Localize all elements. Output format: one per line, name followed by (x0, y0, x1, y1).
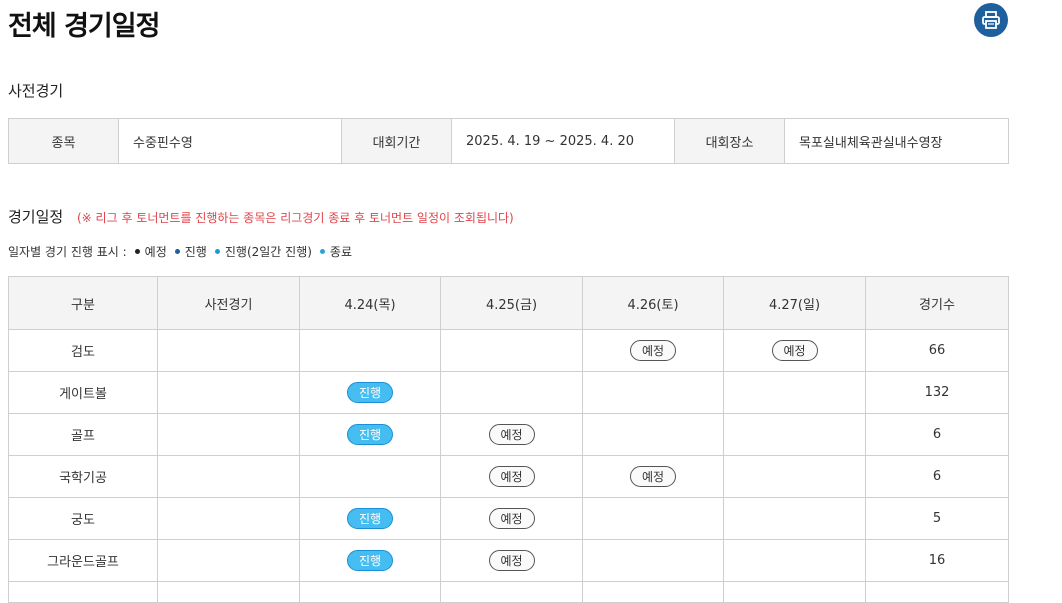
table-row: 골프 진행 예정 6 (8, 413, 1009, 456)
legend-item-progress-two-days: 진행(2일간 진행) (214, 243, 312, 260)
legend-item-scheduled: 예정 (134, 243, 167, 260)
schedule-cell (865, 581, 1009, 603)
status-legend: 일자별 경기 진행 표시 : 예정 진행 진행(2일간 진행) 종료 (8, 243, 352, 260)
period-value: 2025. 4. 19 ~ 2025. 4. 20 (451, 118, 675, 164)
printer-icon (982, 11, 1000, 29)
column-header: 4.25(금) (440, 276, 583, 330)
sport-label: 종목 (8, 118, 119, 164)
column-header: 4.27(일) (723, 276, 866, 330)
schedule-cell: 예정 (440, 539, 583, 582)
schedule-cell: 예정 (440, 497, 583, 540)
schedule-cell: 진행 (299, 413, 441, 456)
pre-game-section-title: 사전경기 (8, 82, 64, 100)
column-header: 4.26(토) (582, 276, 724, 330)
table-row: 게이트볼 진행 132 (8, 371, 1009, 414)
dot-icon (214, 249, 220, 254)
status-badge-scheduled[interactable]: 예정 (488, 550, 535, 571)
table-row: 궁도 진행 예정 5 (8, 497, 1009, 540)
dot-icon (174, 249, 180, 254)
schedule-cell (8, 581, 158, 603)
match-count: 6 (865, 413, 1009, 456)
status-badge-scheduled[interactable]: 예정 (488, 424, 535, 445)
schedule-cell (299, 455, 441, 498)
legend-item-progress: 진행 (174, 243, 207, 260)
schedule-table: 구분 사전경기 4.24(목) 4.25(금) 4.26(토) 4.27(일) … (8, 276, 1009, 603)
status-badge-progress[interactable]: 진행 (347, 424, 393, 445)
schedule-cell (582, 581, 724, 603)
schedule-section-title: 경기일정 (8, 208, 64, 226)
schedule-cell: 진행 (299, 371, 441, 414)
status-badge-progress[interactable]: 진행 (347, 382, 393, 403)
sport-name: 골프 (8, 413, 158, 456)
schedule-cell (157, 329, 300, 372)
schedule-header-row: 구분 사전경기 4.24(목) 4.25(금) 4.26(토) 4.27(일) … (8, 276, 1009, 330)
schedule-cell (299, 329, 441, 372)
match-count: 66 (865, 329, 1009, 372)
schedule-cell (723, 581, 866, 603)
schedule-cell (299, 581, 441, 603)
schedule-cell (157, 455, 300, 498)
status-badge-scheduled[interactable]: 예정 (630, 466, 676, 487)
print-button[interactable] (974, 3, 1008, 37)
sport-name: 게이트볼 (8, 371, 158, 414)
column-header: 4.24(목) (299, 276, 441, 330)
schedule-cell (582, 497, 724, 540)
schedule-cell (440, 581, 583, 603)
schedule-cell (157, 581, 300, 603)
page-title: 전체 경기일정 (8, 11, 160, 42)
match-count: 132 (865, 371, 1009, 414)
schedule-cell (440, 371, 583, 414)
table-row (8, 581, 1009, 603)
schedule-cell (723, 539, 866, 582)
schedule-cell (157, 539, 300, 582)
legend-label: 일자별 경기 진행 표시 : (8, 245, 127, 259)
schedule-cell: 예정 (582, 455, 724, 498)
table-row: 국학기공 예정 예정 6 (8, 455, 1009, 498)
sport-name: 그라운드골프 (8, 539, 158, 582)
status-badge-scheduled[interactable]: 예정 (771, 340, 818, 361)
pre-game-info-table: 종목 수중핀수영 대회기간 2025. 4. 19 ~ 2025. 4. 20 … (8, 118, 1009, 164)
schedule-cell: 예정 (440, 455, 583, 498)
schedule-cell: 예정 (440, 413, 583, 456)
venue-label: 대회장소 (674, 118, 785, 164)
match-count: 6 (865, 455, 1009, 498)
status-badge-scheduled[interactable]: 예정 (488, 508, 535, 529)
schedule-note: (※ 리그 후 토너먼트를 진행하는 종목은 리그경기 종료 후 토너먼트 일정… (77, 211, 514, 225)
schedule-cell: 진행 (299, 539, 441, 582)
sport-name: 국학기공 (8, 455, 158, 498)
dot-icon (319, 249, 325, 254)
schedule-cell (723, 497, 866, 540)
schedule-cell (582, 539, 724, 582)
sport-name: 검도 (8, 329, 158, 372)
schedule-cell (157, 497, 300, 540)
schedule-cell (157, 371, 300, 414)
status-badge-scheduled[interactable]: 예정 (630, 340, 676, 361)
schedule-cell: 예정 (582, 329, 724, 372)
schedule-cell (582, 371, 724, 414)
schedule-cell (723, 413, 866, 456)
sport-value: 수중핀수영 (118, 118, 342, 164)
schedule-cell: 진행 (299, 497, 441, 540)
status-badge-progress[interactable]: 진행 (347, 508, 393, 529)
table-row: 그라운드골프 진행 예정 16 (8, 539, 1009, 582)
schedule-cell (723, 455, 866, 498)
match-count: 5 (865, 497, 1009, 540)
schedule-cell (582, 413, 724, 456)
column-header: 경기수 (865, 276, 1009, 330)
status-badge-scheduled[interactable]: 예정 (488, 466, 535, 487)
schedule-cell (440, 329, 583, 372)
match-count: 16 (865, 539, 1009, 582)
schedule-cell (157, 413, 300, 456)
period-label: 대회기간 (341, 118, 452, 164)
sport-name: 궁도 (8, 497, 158, 540)
legend-item-finished: 종료 (319, 243, 352, 260)
schedule-cell (723, 371, 866, 414)
column-header: 사전경기 (157, 276, 300, 330)
venue-value: 목포실내체육관실내수영장 (784, 118, 1009, 164)
schedule-cell: 예정 (723, 329, 866, 372)
dot-icon (134, 249, 140, 254)
status-badge-progress[interactable]: 진행 (347, 550, 393, 571)
table-row: 검도 예정 예정 66 (8, 329, 1009, 372)
column-header: 구분 (8, 276, 158, 330)
